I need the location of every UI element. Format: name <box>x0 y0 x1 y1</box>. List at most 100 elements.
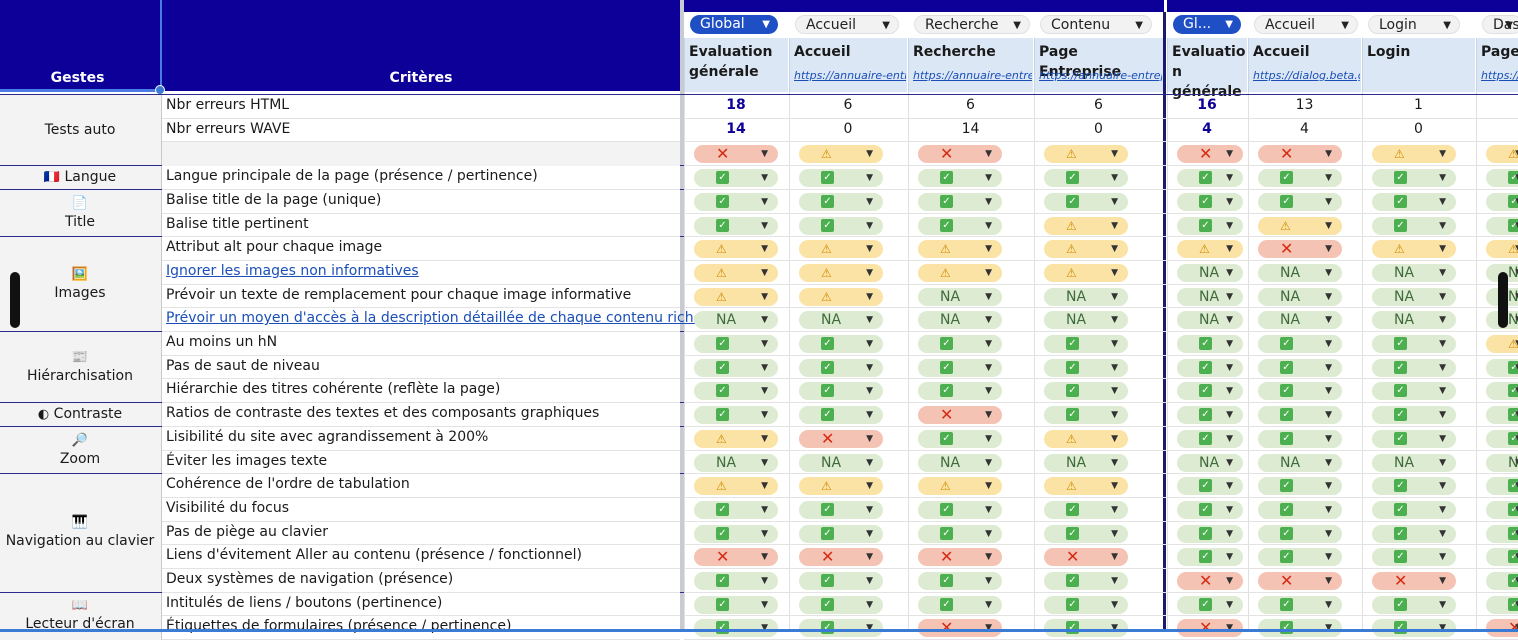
status-dropdown[interactable]: ✕▼ <box>1177 145 1243 164</box>
status-dropdown[interactable]: ✓▼ <box>918 358 1002 377</box>
status-dropdown[interactable]: ✓▼ <box>1044 406 1128 425</box>
status-dropdown[interactable]: NA▼ <box>1486 453 1518 472</box>
status-dropdown[interactable]: ✓▼ <box>1486 572 1518 590</box>
status-dropdown[interactable]: ⚠▼ <box>799 477 883 496</box>
status-dropdown[interactable]: ✓▼ <box>1258 524 1342 543</box>
right-scroll-handle[interactable] <box>1498 272 1508 328</box>
status-dropdown[interactable]: ⚠▼ <box>694 477 778 496</box>
status-dropdown[interactable]: ⚠▼ <box>918 240 1002 259</box>
column-url-link[interactable]: https://dialog.beta.g <box>1253 69 1360 82</box>
status-dropdown[interactable]: ✓▼ <box>1258 382 1342 401</box>
status-dropdown[interactable]: ✓▼ <box>1258 595 1342 614</box>
status-dropdown[interactable]: ⚠▼ <box>1044 145 1128 164</box>
status-dropdown[interactable]: ✓▼ <box>694 216 778 235</box>
status-dropdown[interactable]: ✓▼ <box>918 382 1002 401</box>
status-dropdown[interactable]: ✕▼ <box>694 548 778 567</box>
status-dropdown[interactable]: ✓▼ <box>1372 382 1456 401</box>
status-dropdown[interactable]: ✓▼ <box>1177 524 1243 543</box>
status-dropdown[interactable]: ✓▼ <box>1258 548 1342 567</box>
status-dropdown[interactable]: ✕▼ <box>799 548 883 567</box>
status-dropdown[interactable]: ✕▼ <box>918 406 1002 425</box>
column-url-link[interactable]: https://annuaire-entr <box>794 69 906 82</box>
status-dropdown[interactable]: ⚠▼ <box>1486 240 1518 259</box>
status-dropdown[interactable]: ✓▼ <box>1177 358 1243 377</box>
status-dropdown[interactable]: ✓▼ <box>1372 406 1456 425</box>
status-dropdown[interactable]: ⚠▼ <box>1044 477 1128 496</box>
status-dropdown[interactable]: ✓▼ <box>694 358 778 377</box>
status-dropdown[interactable]: ✓▼ <box>1258 192 1342 211</box>
status-dropdown[interactable]: ✓▼ <box>1486 500 1518 519</box>
status-dropdown[interactable]: ✓▼ <box>1372 192 1456 211</box>
status-dropdown[interactable]: ✓▼ <box>918 595 1002 614</box>
page-selector-2[interactable]: Recherche ▼ <box>914 15 1030 34</box>
status-dropdown[interactable]: ✓▼ <box>1044 169 1128 188</box>
column-url-link[interactable]: https://annuaire-entre <box>913 69 1032 82</box>
status-dropdown[interactable]: ✓▼ <box>1258 358 1342 377</box>
status-dropdown[interactable]: ✓▼ <box>1486 429 1518 448</box>
status-dropdown[interactable]: ⚠▼ <box>1044 429 1128 448</box>
status-dropdown[interactable]: ⚠▼ <box>694 287 778 306</box>
status-dropdown[interactable]: ✓▼ <box>1177 477 1243 496</box>
status-dropdown[interactable]: ✓▼ <box>1258 500 1342 519</box>
status-dropdown[interactable]: ✓▼ <box>1486 216 1518 235</box>
status-dropdown[interactable]: ⚠▼ <box>694 263 778 282</box>
status-dropdown[interactable]: ✓▼ <box>1258 477 1342 496</box>
status-dropdown[interactable]: ✕▼ <box>918 145 1002 164</box>
status-dropdown[interactable]: NA▼ <box>1177 287 1243 306</box>
status-dropdown[interactable]: ✓▼ <box>1372 358 1456 377</box>
status-dropdown[interactable]: ✓▼ <box>918 169 1002 188</box>
status-dropdown[interactable]: NA▼ <box>799 311 883 330</box>
status-dropdown[interactable]: ✓▼ <box>918 216 1002 235</box>
status-dropdown[interactable]: ✓▼ <box>1486 548 1518 567</box>
status-dropdown[interactable]: ✓▼ <box>1486 595 1518 614</box>
status-dropdown[interactable]: ✓▼ <box>1177 500 1243 519</box>
status-dropdown[interactable]: ✓▼ <box>1044 572 1128 590</box>
status-dropdown[interactable]: NA▼ <box>918 311 1002 330</box>
status-dropdown[interactable]: ✓▼ <box>1372 216 1456 235</box>
status-dropdown[interactable]: ✓▼ <box>1372 335 1456 353</box>
status-dropdown[interactable]: ✓▼ <box>799 169 883 188</box>
status-dropdown[interactable]: ⚠▼ <box>1486 335 1518 353</box>
status-dropdown[interactable]: ✓▼ <box>694 335 778 353</box>
page-selector-7[interactable]: Das ▼ <box>1482 15 1518 34</box>
status-dropdown[interactable]: ✓▼ <box>1372 524 1456 543</box>
status-dropdown[interactable]: ✓▼ <box>1258 429 1342 448</box>
status-dropdown[interactable]: ✕▼ <box>1177 572 1243 590</box>
status-dropdown[interactable]: NA▼ <box>1372 287 1456 306</box>
status-dropdown[interactable]: ✓▼ <box>694 382 778 401</box>
status-dropdown[interactable]: NA▼ <box>1258 453 1342 472</box>
page-selector-1[interactable]: Accueil ▼ <box>795 15 899 34</box>
status-dropdown[interactable]: ✓▼ <box>1372 548 1456 567</box>
status-dropdown[interactable]: ⚠▼ <box>1372 240 1456 259</box>
status-dropdown[interactable]: ✓▼ <box>694 595 778 614</box>
status-dropdown[interactable]: ✓▼ <box>799 382 883 401</box>
status-dropdown[interactable]: ✓▼ <box>694 169 778 188</box>
page-selector-6[interactable]: Login ▼ <box>1368 15 1460 34</box>
status-dropdown[interactable]: ✓▼ <box>1044 595 1128 614</box>
status-dropdown[interactable]: ✓▼ <box>1177 429 1243 448</box>
status-dropdown[interactable]: ✓▼ <box>1177 216 1243 235</box>
status-dropdown[interactable]: ✓▼ <box>1044 192 1128 211</box>
status-dropdown[interactable]: ✕▼ <box>1258 240 1342 259</box>
status-dropdown[interactable]: NA▼ <box>1044 287 1128 306</box>
status-dropdown[interactable]: ✓▼ <box>1372 595 1456 614</box>
page-selector-4[interactable]: Gl... ▼ <box>1173 15 1241 34</box>
status-dropdown[interactable]: ✓▼ <box>1258 169 1342 188</box>
status-dropdown[interactable]: ✓▼ <box>1177 192 1243 211</box>
status-dropdown[interactable]: ✓▼ <box>1372 429 1456 448</box>
status-dropdown[interactable]: ✓▼ <box>799 524 883 543</box>
status-dropdown[interactable]: ✓▼ <box>694 572 778 590</box>
status-dropdown[interactable]: ✕▼ <box>918 548 1002 567</box>
status-dropdown[interactable]: ✓▼ <box>799 192 883 211</box>
status-dropdown[interactable]: ⚠▼ <box>918 263 1002 282</box>
status-dropdown[interactable]: ⚠▼ <box>1177 240 1243 259</box>
status-dropdown[interactable]: ✓▼ <box>1177 335 1243 353</box>
status-dropdown[interactable]: ✓▼ <box>799 500 883 519</box>
status-dropdown[interactable]: ✓▼ <box>799 595 883 614</box>
status-dropdown[interactable]: ✓▼ <box>1372 477 1456 496</box>
status-dropdown[interactable]: ✕▼ <box>1372 572 1456 590</box>
status-dropdown[interactable]: ✓▼ <box>918 572 1002 590</box>
status-dropdown[interactable]: NA▼ <box>1044 453 1128 472</box>
status-dropdown[interactable]: ✓▼ <box>799 358 883 377</box>
status-dropdown[interactable]: ✓▼ <box>1177 595 1243 614</box>
